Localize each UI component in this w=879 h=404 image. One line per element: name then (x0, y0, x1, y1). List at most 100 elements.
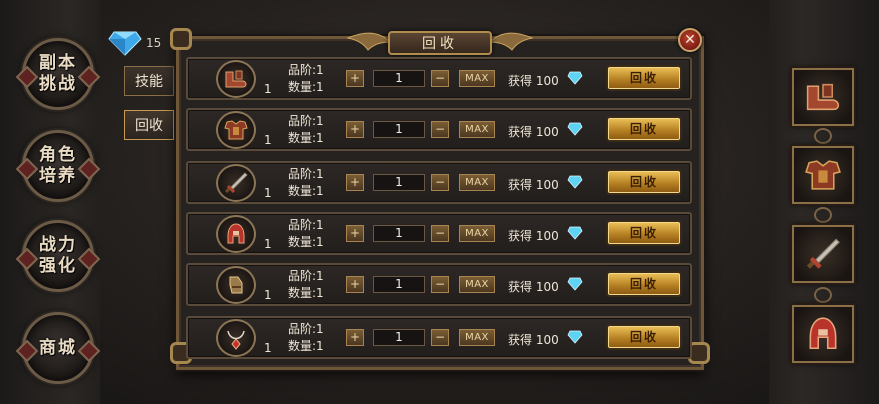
equip-slot-armor[interactable] (792, 146, 854, 204)
diamond-icon (567, 277, 583, 291)
menu-label: 角色培养 (39, 145, 77, 186)
panel-title: 回收 (388, 31, 492, 55)
recycle-button[interactable]: 回收 (608, 118, 680, 140)
item-count: 1 (264, 288, 272, 302)
recycle-button[interactable]: 回收 (608, 273, 680, 295)
decrease-button[interactable]: − (431, 70, 449, 87)
reward-text: 获得 100 (508, 74, 559, 88)
tab-recycle[interactable]: 回收 (124, 110, 174, 140)
quantity-input[interactable]: 1 (373, 70, 425, 87)
increase-button[interactable]: + (346, 276, 364, 293)
recycle-button[interactable]: 回收 (608, 222, 680, 244)
quantity-input[interactable]: 1 (373, 174, 425, 191)
increase-button[interactable]: + (346, 329, 364, 346)
reward-text: 获得 100 (508, 178, 559, 192)
recycle-button[interactable]: 回收 (608, 67, 680, 89)
menu-label: 副本挑战 (39, 53, 77, 94)
sword-icon (806, 238, 840, 269)
diamond-icon (567, 71, 583, 85)
power-enhance-button[interactable]: 战力强化 (22, 220, 94, 292)
tab-label: 回收 (135, 118, 163, 134)
panel-corner-ornament (170, 28, 192, 50)
decrease-button[interactable]: − (431, 225, 449, 242)
diamond-currency: 15 (108, 30, 161, 56)
item-grade: 品阶:1 (288, 269, 324, 283)
reward-text: 获得 100 (508, 333, 559, 347)
list-item: 1 品阶:1 数量:1 + 1 − MAX 获得 100 回收 (186, 263, 692, 306)
decrease-button[interactable]: − (431, 276, 449, 293)
increase-button[interactable]: + (346, 225, 364, 242)
equip-slot-helmet[interactable] (792, 305, 854, 363)
item-grade: 品阶:1 (288, 322, 324, 336)
tab-label: 技能 (135, 74, 163, 90)
quantity-input[interactable]: 1 (373, 121, 425, 138)
title-ornament-left (346, 32, 390, 51)
item-slot[interactable] (216, 319, 256, 357)
dungeon-challenge-button[interactable]: 副本挑战 (22, 38, 94, 110)
list-item: 1 品阶:1 数量:1 + 1 − MAX 获得 100 回收 (186, 57, 692, 100)
item-quantity: 数量:1 (288, 80, 324, 94)
item-count: 1 (264, 186, 272, 200)
list-item: 1 品阶:1 数量:1 + 1 − MAX 获得 100 回收 (186, 212, 692, 255)
tab-skills[interactable]: 技能 (124, 66, 174, 96)
decrease-button[interactable]: − (431, 174, 449, 191)
item-quantity: 数量:1 (288, 339, 324, 353)
item-grade: 品阶:1 (288, 167, 324, 181)
item-meta: 品阶:1 数量:1 (288, 268, 324, 302)
equip-slot-boots[interactable] (792, 68, 854, 126)
item-meta: 品阶:1 数量:1 (288, 217, 324, 251)
equip-slot-weapon[interactable] (792, 225, 854, 283)
item-grade: 品阶:1 (288, 218, 324, 232)
increase-button[interactable]: + (346, 121, 364, 138)
max-button[interactable]: MAX (459, 329, 495, 346)
diamond-icon (567, 122, 583, 136)
helmet-icon (809, 317, 837, 350)
gloves-icon (229, 276, 243, 294)
diamond-icon (567, 330, 583, 344)
reward-text: 获得 100 (508, 280, 559, 294)
decrease-button[interactable]: − (431, 329, 449, 346)
quantity-input[interactable]: 1 (373, 225, 425, 242)
decrease-button[interactable]: − (431, 121, 449, 138)
quantity-input[interactable]: 1 (373, 329, 425, 346)
quantity-input[interactable]: 1 (373, 276, 425, 293)
list-item: 1 品阶:1 数量:1 + 1 − MAX 获得 100 回收 (186, 161, 692, 204)
close-icon: ✕ (684, 32, 696, 48)
panel-title-text: 回收 (422, 36, 458, 52)
item-meta: 品阶:1 数量:1 (288, 166, 324, 200)
item-slot[interactable] (216, 60, 256, 98)
increase-button[interactable]: + (346, 70, 364, 87)
max-button[interactable]: MAX (459, 174, 495, 191)
max-button[interactable]: MAX (459, 225, 495, 242)
max-button[interactable]: MAX (459, 121, 495, 138)
boots-icon (806, 83, 840, 111)
character-training-button[interactable]: 角色培养 (22, 130, 94, 202)
reward-text: 获得 100 (508, 229, 559, 243)
max-button[interactable]: MAX (459, 70, 495, 87)
recycle-button[interactable]: 回收 (608, 171, 680, 193)
item-slot[interactable] (216, 266, 256, 304)
item-quantity: 数量:1 (288, 286, 324, 300)
menu-label: 商城 (39, 337, 77, 358)
item-meta: 品阶:1 数量:1 (288, 62, 324, 96)
armor-icon (805, 160, 841, 190)
list-item: 1 品阶:1 数量:1 + 1 − MAX 获得 100 回收 (186, 108, 692, 151)
diamond-amount: 15 (146, 36, 162, 50)
item-slot[interactable] (216, 164, 256, 202)
item-quantity: 数量:1 (288, 184, 324, 198)
item-slot[interactable] (216, 111, 256, 149)
item-meta: 品阶:1 数量:1 (288, 113, 324, 147)
helmet-icon (227, 223, 245, 244)
item-slot[interactable] (216, 215, 256, 253)
increase-button[interactable]: + (346, 174, 364, 191)
close-button[interactable]: ✕ (678, 28, 702, 52)
item-grade: 品阶:1 (288, 114, 324, 128)
slot-chain-ornament (814, 128, 832, 144)
item-quantity: 数量:1 (288, 131, 324, 145)
recycle-button[interactable]: 回收 (608, 326, 680, 348)
item-count: 1 (264, 341, 272, 355)
boots-icon (225, 70, 247, 88)
shop-button[interactable]: 商城 (22, 312, 94, 384)
diamond-icon (108, 31, 142, 56)
max-button[interactable]: MAX (459, 276, 495, 293)
